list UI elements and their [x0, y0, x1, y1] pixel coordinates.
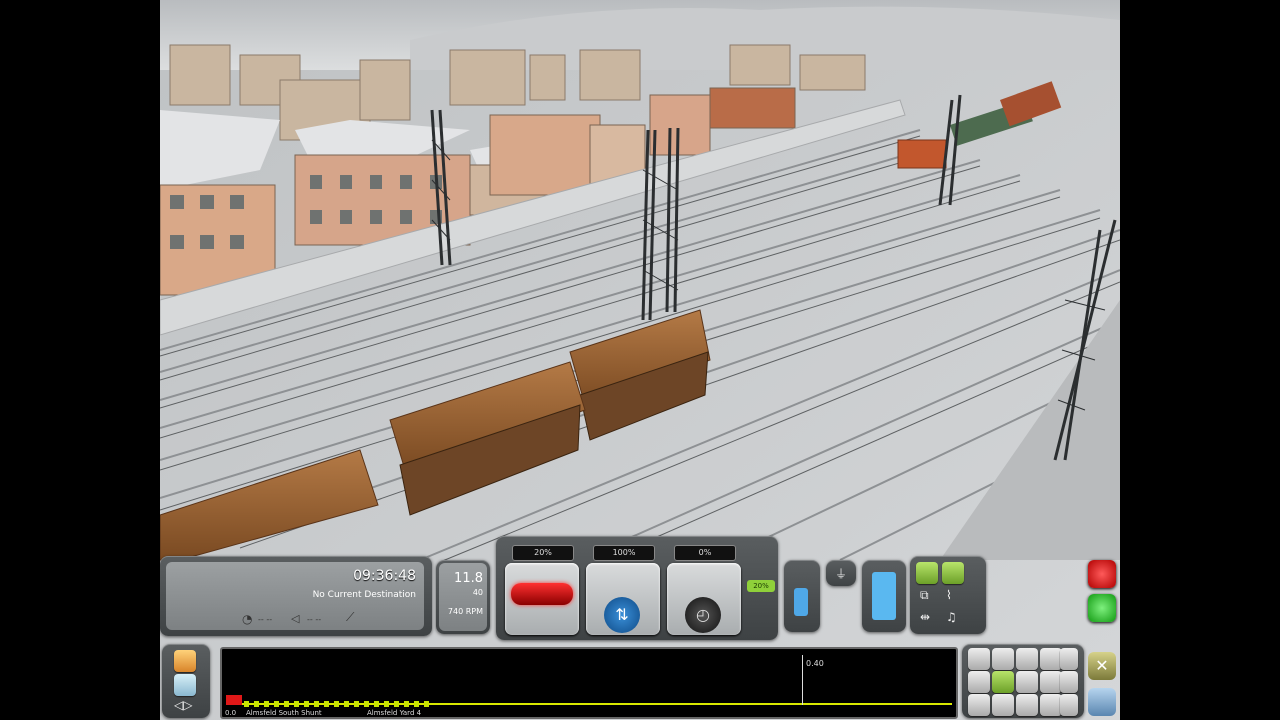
controls-grid-panel: ⧉ ⌇ ⇹ ♫ [910, 556, 986, 634]
eye-icon[interactable] [968, 694, 990, 716]
horn-button[interactable]: ⏚ [826, 560, 856, 586]
track-monitor: 0.40 0.0 Almsfeld South Shunt Almsfeld Y… [220, 647, 958, 719]
speed-limit: 40 [472, 588, 483, 597]
right-tool-grid [962, 644, 1084, 718]
tool-button[interactable] [1016, 648, 1038, 670]
handbrake-icon [794, 588, 808, 616]
brake-gauge-icon: ◴ [685, 597, 721, 633]
cab-icon [872, 572, 896, 620]
start-distance: 0.0 [225, 709, 237, 717]
clock-time: 09:36:48 [353, 568, 416, 584]
active-tool-button[interactable] [992, 671, 1014, 693]
go-icon[interactable] [1088, 594, 1116, 622]
speed-lcd: 11.8 40 740 RPM [439, 563, 487, 631]
destination-label: No Current Destination [312, 590, 416, 600]
tool-button[interactable] [968, 648, 990, 670]
info-lcd: 09:36:48 No Current Destination ◔ -- -- … [166, 562, 424, 630]
reverser-percent: 100% [593, 545, 655, 561]
stop-icon[interactable] [1088, 560, 1116, 588]
brake-percent: 0% [674, 545, 736, 561]
globe-icon[interactable] [1016, 694, 1038, 716]
tool-button[interactable] [1016, 671, 1038, 693]
cab-view-panel[interactable] [862, 560, 906, 632]
throttle-handle[interactable] [511, 583, 573, 605]
station-1: Almsfeld South Shunt [246, 709, 322, 717]
arrows-icon[interactable]: ◁▷ [174, 698, 192, 712]
tool-button[interactable] [1060, 648, 1078, 670]
throttle-lever[interactable] [505, 563, 579, 635]
notepad-icon[interactable] [174, 674, 196, 696]
handbrake-panel[interactable] [784, 560, 820, 632]
tool-button[interactable] [968, 671, 990, 693]
rpm-readout: 740 RPM [447, 607, 483, 616]
move-icon[interactable] [992, 694, 1014, 716]
pin-icon[interactable] [1060, 694, 1078, 716]
train-marker [226, 695, 242, 705]
tool-button[interactable] [1040, 671, 1062, 693]
lights-button[interactable] [916, 562, 938, 584]
uncouple-icon[interactable]: ⇹ [920, 610, 930, 624]
map-icon[interactable] [174, 650, 196, 672]
brake-lever[interactable]: ◴ [667, 563, 741, 635]
ruler-icon: ⟋ [346, 610, 355, 624]
wipers-button[interactable] [942, 562, 964, 584]
station-2: Almsfeld Yard 4 [367, 709, 422, 717]
bell-icon[interactable]: ♫ [946, 610, 957, 624]
small-indicator: 20% [747, 580, 775, 592]
distance-marker-line [802, 655, 803, 705]
reverser-lever[interactable]: ⇅ [586, 563, 660, 635]
throttle-percent: 20% [512, 545, 574, 561]
tool-button[interactable] [1040, 648, 1062, 670]
reverser-icon: ⇅ [604, 597, 640, 633]
gauge-icon: ◔ [242, 612, 253, 626]
close-icon[interactable]: ✕ [1088, 652, 1116, 680]
left-tool-column: ◁▷ [162, 644, 210, 718]
tool-button[interactable] [1060, 671, 1078, 693]
bulb-icon[interactable] [1040, 694, 1062, 716]
info-panel: 09:36:48 No Current Destination ◔ -- -- … [160, 556, 432, 636]
speed-value: 11.8 [454, 571, 483, 586]
tool-button[interactable] [992, 648, 1014, 670]
speed-panel: 11.8 40 740 RPM [436, 560, 490, 634]
save-icon[interactable] [1088, 688, 1116, 716]
horn-icon: ⏚ [835, 567, 848, 581]
coupler-icon[interactable]: ⧉ [920, 588, 929, 603]
gauge-readout-2: -- -- [307, 615, 322, 624]
sander-icon[interactable]: ⌇ [946, 588, 952, 602]
distance-label: 0.40 [806, 659, 824, 668]
gauge-readout-1: -- -- [258, 615, 273, 624]
signal-icon: ◁ [291, 612, 300, 625]
